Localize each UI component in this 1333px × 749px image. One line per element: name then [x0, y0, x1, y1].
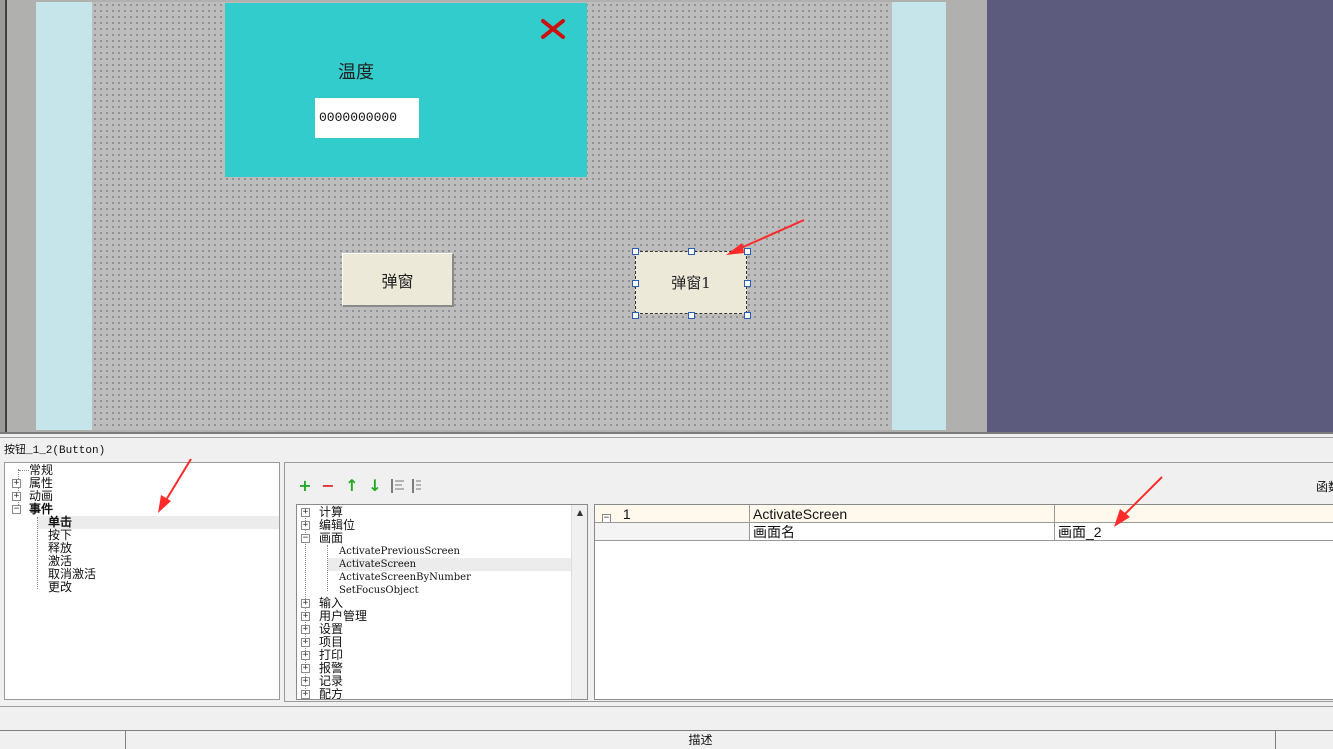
expand-icon[interactable]: + — [12, 479, 21, 488]
status-description: 描述 — [126, 731, 1276, 749]
red-arrow-icon — [158, 458, 192, 513]
scrollbar[interactable]: ▲ — [571, 505, 587, 699]
status-bar: 描述 — [0, 730, 1333, 749]
grid-param-name: 画面名 — [750, 523, 1055, 541]
scroll-up-icon[interactable]: ▲ — [572, 505, 588, 521]
popup1-button[interactable]: 弹窗1 — [635, 251, 747, 314]
func-item[interactable]: ActivatePreviousScreen — [339, 545, 460, 558]
grid-function-name[interactable]: ActivateScreen — [750, 505, 1055, 523]
resize-handle[interactable] — [688, 248, 695, 255]
status-cell — [0, 731, 126, 749]
resize-handle[interactable] — [632, 280, 639, 287]
expand-icon[interactable]: + — [301, 625, 310, 634]
collapse-icon[interactable]: − — [602, 514, 611, 522]
remove-icon[interactable]: − — [319, 477, 337, 495]
expand-icon[interactable]: + — [301, 664, 310, 673]
resize-handle[interactable] — [744, 312, 751, 319]
expand-icon[interactable]: + — [301, 521, 310, 530]
grid-empty-cell[interactable] — [1055, 505, 1333, 523]
horizontal-scroll-area[interactable] — [0, 706, 1333, 728]
expand-icon[interactable]: + — [301, 638, 310, 647]
expand-icon[interactable]: + — [301, 651, 310, 660]
popup-title: 温度 — [338, 62, 374, 83]
move-down-icon[interactable]: ↓ — [366, 477, 384, 495]
expand-icon[interactable]: + — [301, 677, 310, 686]
popup-button[interactable]: 弹窗 — [342, 253, 454, 307]
resize-handle[interactable] — [632, 312, 639, 319]
expand-icon[interactable]: + — [301, 508, 310, 517]
status-cell — [1276, 731, 1333, 749]
red-arrow-icon — [726, 219, 805, 255]
func-item[interactable]: ActivateScreen — [339, 558, 416, 571]
temperature-io-field[interactable]: 0000000000 — [315, 98, 419, 138]
expand-icon[interactable]: + — [12, 492, 21, 501]
properties-title: 按钮_1_2(Button) — [4, 445, 106, 457]
resize-handle[interactable] — [688, 312, 695, 319]
func-item[interactable]: SetFocusObject — [339, 584, 419, 597]
screen-margin-left — [36, 2, 92, 430]
resize-handle[interactable] — [632, 248, 639, 255]
grid-empty-cell — [595, 523, 750, 541]
add-icon[interactable]: + — [296, 477, 314, 495]
right-panel — [987, 0, 1333, 434]
grid-row-toggle[interactable]: − 1 — [595, 505, 750, 523]
indent-icon[interactable] — [389, 477, 407, 495]
func-item[interactable]: ActivateScreenByNumber — [339, 571, 471, 584]
collapse-icon[interactable]: − — [301, 534, 310, 543]
system-function-tree[interactable]: + 计算 + 编辑位 − 画面 ActivatePreviousScreen A… — [296, 504, 588, 700]
outdent-icon[interactable] — [410, 477, 428, 495]
divider — [0, 437, 1333, 438]
popup-window[interactable] — [225, 3, 587, 177]
red-arrow-icon — [1114, 476, 1163, 527]
expand-icon[interactable]: + — [301, 690, 310, 699]
expand-icon[interactable]: + — [301, 599, 310, 608]
move-up-icon[interactable]: ↑ — [343, 477, 361, 495]
screen-margin-right — [892, 2, 946, 430]
function-label: 函数 — [1316, 480, 1333, 494]
collapse-icon[interactable]: − — [12, 505, 21, 514]
grid-param-value[interactable]: 画面_2 — [1055, 523, 1333, 541]
screen-editor: 温度 0000000000 弹窗 弹窗1 — [0, 0, 1333, 434]
tree-item-change[interactable]: 更改 — [48, 581, 72, 594]
function-grid[interactable]: − 1 ActivateScreen 画面名 画面_2 — [594, 476, 1333, 700]
property-category-tree[interactable]: 常规 + 属性 + 动画 − 事件 单击 按下 释放 激活 取消激活 更改 — [4, 458, 280, 700]
close-icon[interactable] — [540, 16, 566, 42]
func-group-screen[interactable]: 画面 — [319, 532, 343, 545]
func-group[interactable]: 配方 — [319, 688, 343, 700]
resize-handle[interactable] — [744, 280, 751, 287]
canvas-divider[interactable] — [0, 432, 1333, 434]
expand-icon[interactable]: + — [301, 612, 310, 621]
